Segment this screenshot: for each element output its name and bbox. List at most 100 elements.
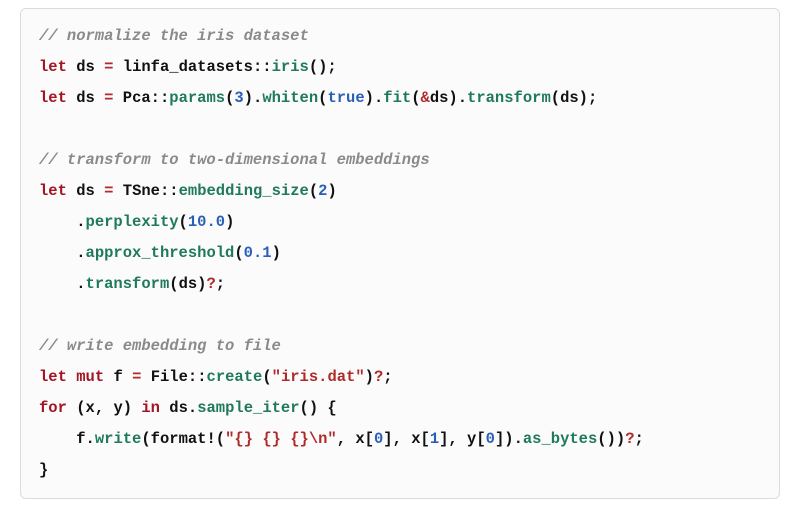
- tok-ident: x: [355, 430, 364, 448]
- tok-punct: (: [411, 89, 420, 107]
- code-line: .transform(ds)?;: [39, 275, 225, 293]
- code-line: let ds = linfa_datasets::iris();: [39, 58, 337, 76]
- tok-punct: [113, 182, 122, 200]
- tok-punct: [: [365, 430, 374, 448]
- tok-punct: ).: [365, 89, 384, 107]
- tok-str: "iris.dat": [272, 368, 365, 386]
- tok-punct: [67, 182, 76, 200]
- tok-ident: linfa_datasets: [123, 58, 253, 76]
- tok-op: ?: [625, 430, 634, 448]
- code-line: .perplexity(10.0): [39, 213, 234, 231]
- tok-punct: ,: [95, 399, 114, 417]
- tok-ident: ds: [169, 399, 188, 417]
- code-line: for (x, y) in ds.sample_iter() {: [39, 399, 337, 417]
- tok-punct: ],: [439, 430, 467, 448]
- tok-punct: [95, 58, 104, 76]
- tok-punct: ;: [383, 368, 392, 386]
- tok-punct: ::: [151, 89, 170, 107]
- tok-method: whiten: [262, 89, 318, 107]
- tok-punct: ()): [597, 430, 625, 448]
- code-line: // normalize the iris dataset: [39, 27, 309, 45]
- tok-method: create: [207, 368, 263, 386]
- tok-punct: ::: [253, 58, 272, 76]
- tok-punct: ,: [337, 430, 356, 448]
- tok-method: sample_iter: [197, 399, 299, 417]
- code-line: let mut f = File::create("iris.dat")?;: [39, 368, 393, 386]
- tok-punct: ();: [309, 58, 337, 76]
- tok-keyword: let: [39, 89, 67, 107]
- tok-method: transform: [467, 89, 551, 107]
- tok-punct: [: [476, 430, 485, 448]
- tok-punct: (: [262, 368, 271, 386]
- tok-punct: ;: [216, 275, 225, 293]
- tok-punct: (: [169, 275, 178, 293]
- tok-method: perplexity: [86, 213, 179, 231]
- tok-punct: [67, 58, 76, 76]
- tok-comment: // transform to two-dimensional embeddin…: [39, 151, 430, 169]
- tok-punct: .: [76, 275, 85, 293]
- tok-punct: .: [86, 430, 95, 448]
- tok-punct: [113, 89, 122, 107]
- tok-punct: (: [141, 430, 150, 448]
- tok-method: iris: [272, 58, 309, 76]
- tok-str: "{} {} {}\n": [225, 430, 337, 448]
- tok-method: transform: [86, 275, 170, 293]
- tok-method: params: [169, 89, 225, 107]
- tok-keyword: mut: [76, 368, 104, 386]
- tok-punct: ): [272, 244, 281, 262]
- tok-punct: (: [225, 89, 234, 107]
- tok-punct: [67, 89, 76, 107]
- tok-method: approx_threshold: [86, 244, 235, 262]
- tok-punct: ;: [635, 430, 644, 448]
- tok-method: as_bytes: [523, 430, 597, 448]
- tok-ident: f: [113, 368, 122, 386]
- tok-punct: [160, 399, 169, 417]
- tok-ident: f: [76, 430, 85, 448]
- tok-ident: ds: [76, 182, 95, 200]
- tok-method: fit: [383, 89, 411, 107]
- tok-punct: [113, 58, 122, 76]
- tok-type: TSne: [123, 182, 160, 200]
- code-line: // transform to two-dimensional embeddin…: [39, 151, 430, 169]
- tok-punct: ::: [188, 368, 207, 386]
- tok-punct: [95, 89, 104, 107]
- tok-op: ?: [206, 275, 215, 293]
- tok-punct: );: [579, 89, 598, 107]
- tok-punct: () {: [300, 399, 337, 417]
- tok-num: 0: [374, 430, 383, 448]
- code-line: .approx_threshold(0.1): [39, 244, 281, 262]
- code-content: // normalize the iris dataset let ds = l…: [39, 21, 761, 486]
- tok-comment: // write embedding to file: [39, 337, 281, 355]
- tok-ident: format!: [151, 430, 216, 448]
- tok-num: 1: [430, 430, 439, 448]
- tok-punct: [141, 368, 150, 386]
- tok-keyword: let: [39, 368, 67, 386]
- tok-punct: .: [188, 399, 197, 417]
- tok-punct: (: [67, 399, 86, 417]
- tok-ident: x: [411, 430, 420, 448]
- tok-ident: ds: [560, 89, 579, 107]
- tok-ident: y: [467, 430, 476, 448]
- tok-punct: (: [309, 182, 318, 200]
- tok-ident: ds: [179, 275, 198, 293]
- tok-type: File: [151, 368, 188, 386]
- tok-punct: (: [216, 430, 225, 448]
- tok-keyword: let: [39, 182, 67, 200]
- code-line: let ds = TSne::embedding_size(2): [39, 182, 337, 200]
- code-line: }: [39, 461, 48, 479]
- tok-punct: [: [421, 430, 430, 448]
- code-line: // write embedding to file: [39, 337, 281, 355]
- tok-punct: (: [551, 89, 560, 107]
- tok-keyword: let: [39, 58, 67, 76]
- tok-punct: }: [39, 461, 48, 479]
- tok-keyword: in: [141, 399, 160, 417]
- tok-punct: ).: [244, 89, 263, 107]
- tok-num: 0.1: [244, 244, 272, 262]
- code-block: // normalize the iris dataset let ds = l…: [20, 8, 780, 499]
- tok-punct: ],: [383, 430, 411, 448]
- tok-punct: .: [76, 213, 85, 231]
- tok-punct: ): [225, 213, 234, 231]
- tok-ident: ds: [430, 89, 449, 107]
- tok-keyword: for: [39, 399, 67, 417]
- tok-type: Pca: [123, 89, 151, 107]
